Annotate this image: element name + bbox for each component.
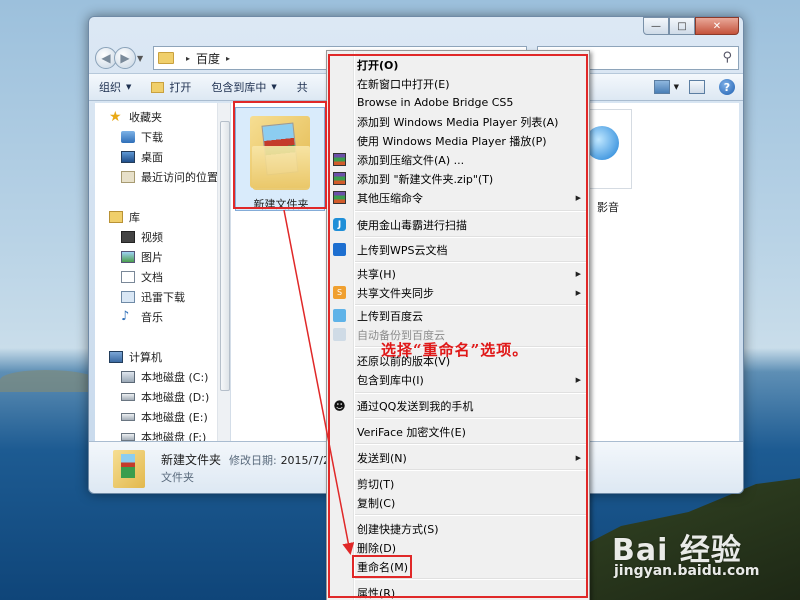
recent-pages-dropdown[interactable]: ▼: [137, 54, 147, 63]
details-name: 新建文件夹 修改日期: 2015/7/20: [161, 451, 337, 468]
chevron-down-icon[interactable]: ▼: [674, 83, 679, 91]
sidebar-label: 桌面: [141, 151, 163, 164]
baidu-jingyan-watermark: Bai 经验 jingyan.baidu.com: [612, 525, 797, 597]
sidebar-item-favorites[interactable]: ★ 收藏夹: [109, 107, 162, 127]
library-icon: [109, 211, 123, 223]
folder-icon: [113, 450, 145, 488]
chevron-down-icon: ▼: [271, 83, 277, 91]
search-icon[interactable]: ⚲: [722, 50, 732, 65]
organize-label: 组织: [99, 81, 121, 94]
download-folder-icon: [121, 131, 135, 143]
navigation-pane: ★ 收藏夹 下载 桌面 最近访问的位置 库 视频 图片 文档 迅雷下载 ♪ 音乐 计…: [95, 103, 231, 441]
star-icon: ★: [109, 109, 122, 125]
share-label: 共: [296, 81, 308, 94]
sidebar-item-videos[interactable]: 视频: [121, 227, 163, 247]
sidebar-label: 本地磁盘 (C:): [141, 371, 209, 384]
sidebar-item-downloads[interactable]: 下载: [121, 127, 163, 147]
scrollbar-thumb[interactable]: [220, 121, 230, 391]
sidebar-item-xunlei[interactable]: 迅雷下载: [121, 287, 185, 307]
sidebar-item-drive-f[interactable]: 本地磁盘 (F:): [121, 427, 206, 441]
sidebar-label: 音乐: [141, 311, 163, 324]
chevron-down-icon: ▼: [126, 83, 132, 91]
system-drive-icon: [121, 371, 135, 383]
sidebar-label: 本地磁盘 (D:): [141, 391, 210, 404]
annotation-text: 选择“重命名”选项。: [381, 341, 529, 359]
sidebar-label: 收藏夹: [129, 111, 162, 124]
sidebar-label: 迅雷下载: [141, 291, 185, 304]
minimize-button[interactable]: —: [643, 17, 669, 35]
breadcrumb-separator[interactable]: ▸: [226, 54, 230, 63]
forward-button[interactable]: ▶: [114, 47, 136, 69]
documents-icon: [121, 271, 135, 283]
distant-island: [0, 370, 100, 392]
breadcrumb-folder[interactable]: 百度: [196, 50, 220, 67]
help-icon[interactable]: ?: [719, 79, 735, 95]
view-icon[interactable]: [653, 80, 670, 94]
sidebar-scrollbar[interactable]: [217, 103, 230, 441]
organize-menu[interactable]: 组织 ▼: [89, 79, 141, 95]
highlight-rename-box: [352, 555, 412, 578]
details-type: 文件夹: [161, 471, 194, 484]
music-note-icon: ♪: [121, 309, 130, 324]
back-icon: ◀: [101, 51, 111, 65]
share-menu[interactable]: 共: [287, 79, 318, 95]
sidebar-label: 图片: [141, 251, 163, 264]
recent-places-icon: [121, 171, 135, 183]
details-modified-label: 修改日期:: [229, 454, 277, 467]
open-button[interactable]: 打开: [141, 79, 201, 95]
sidebar-item-documents[interactable]: 文档: [121, 267, 163, 287]
highlight-folder-box: [233, 101, 327, 209]
highlight-menu-box: [328, 54, 588, 598]
open-label: 打开: [169, 81, 192, 94]
maximize-button[interactable]: □: [669, 17, 695, 35]
sidebar-item-music[interactable]: ♪ 音乐: [121, 307, 163, 327]
preview-pane-icon[interactable]: [689, 80, 705, 94]
breadcrumb-separator[interactable]: ▸: [186, 54, 190, 63]
close-button[interactable]: ✕: [695, 17, 739, 35]
desktop-icon: [121, 151, 135, 163]
sidebar-label: 本地磁盘 (F:): [141, 431, 207, 441]
sidebar-item-desktop[interactable]: 桌面: [121, 147, 163, 167]
computer-icon: [109, 351, 123, 363]
include-library-label: 包含到库中: [211, 81, 267, 94]
media-player-icon: [585, 126, 619, 160]
sidebar-label: 文档: [141, 271, 163, 284]
sidebar-item-drive-e[interactable]: 本地磁盘 (E:): [121, 407, 208, 427]
drive-icon: [121, 393, 135, 401]
sidebar-item-drive-d[interactable]: 本地磁盘 (D:): [121, 387, 209, 407]
sidebar-item-pictures[interactable]: 图片: [121, 247, 163, 267]
sidebar-item-recent[interactable]: 最近访问的位置: [121, 167, 218, 187]
sidebar-item-computer[interactable]: 计算机: [109, 347, 162, 367]
drive-icon: [121, 413, 135, 421]
folder-icon: [151, 81, 165, 93]
pictures-icon: [121, 251, 135, 263]
sidebar-label: 本地磁盘 (E:): [141, 411, 208, 424]
folder-icon: [158, 52, 174, 64]
drive-icon: [121, 433, 135, 441]
xunlei-folder-icon: [121, 291, 135, 303]
sidebar-label: 计算机: [129, 351, 162, 364]
sidebar-label: 最近访问的位置: [141, 171, 218, 184]
sidebar-item-drive-c[interactable]: 本地磁盘 (C:): [121, 367, 208, 387]
video-icon: [121, 231, 135, 243]
caption-buttons: — □ ✕: [643, 17, 739, 35]
sidebar-label: 视频: [141, 231, 163, 244]
watermark-url: jingyan.baidu.com: [614, 563, 760, 579]
sidebar-label: 下载: [141, 131, 163, 144]
include-library-menu[interactable]: 包含到库中 ▼: [201, 79, 286, 95]
sidebar-item-libraries[interactable]: 库: [109, 207, 140, 227]
toolbar-right: ▼ ?: [653, 79, 735, 95]
sidebar-label: 库: [129, 211, 140, 224]
details-name-text: 新建文件夹: [161, 453, 222, 467]
forward-icon: ▶: [120, 51, 130, 65]
media-item-label: 影音: [597, 201, 619, 214]
